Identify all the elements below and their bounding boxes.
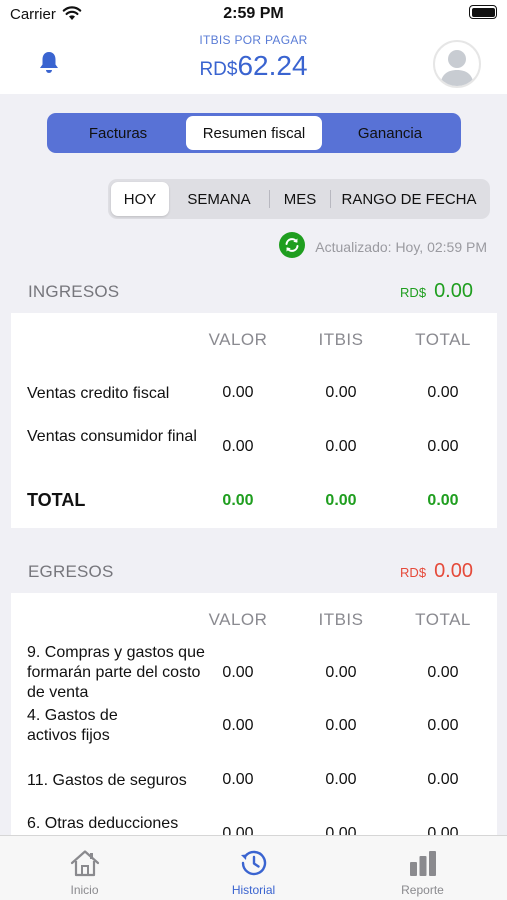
period-segmented-control: HOY SEMANA MES RANGO DE FECHA [108,179,490,219]
cell-valor: 0.00 [222,825,254,835]
cell-total: 0.00 [427,771,459,788]
cell-valor: 0.00 [222,771,254,788]
tab-facturas[interactable]: Facturas [50,116,186,150]
period-rango-de-fecha[interactable]: RANGO DE FECHA [331,182,487,216]
row-label: 6. Otras deducciones [27,815,179,832]
tab-label: Historial [231,883,276,897]
tab-bar: Inicio Historial Reporte [0,835,507,900]
period-mes[interactable]: MES [270,182,330,216]
header: ITBIS POR PAGAR RD$62.24 [0,28,507,94]
egresos-table: VALOR ITBIS TOTAL 9. Compras y gastos qu… [11,593,497,835]
refresh-icon[interactable] [279,231,306,263]
ingresos-total: RD$ 0.00 [400,280,473,303]
cell-itbis: 0.00 [325,438,357,455]
row-label: 9. Compras y gastos que formarán parte d… [27,644,205,701]
ingresos-currency: RD$ [400,285,427,300]
row-label: Ventas credito fiscal [27,385,170,402]
ingresos-table: VALOR ITBIS TOTAL Ventas credito fiscal … [11,313,497,528]
tax-amount: RD$62.24 [0,50,507,82]
row-label: 11. Gastos de seguros [27,772,187,789]
cell-itbis: 0.00 [325,717,357,734]
tax-currency: RD$ [199,59,238,80]
tab-resumen-fiscal[interactable]: Resumen fiscal [186,116,322,150]
cell-total: 0.00 [427,717,459,734]
period-hoy[interactable]: HOY [111,182,169,216]
egresos-total-value: 0.00 [434,560,473,582]
cell-valor: 0.00 [222,717,254,734]
cell-itbis: 0.00 [325,384,357,401]
ingresos-title: INGRESOS [28,282,120,301]
main-segmented-control: Facturas Resumen fiscal Ganancia [47,113,461,153]
col-header-total: TOTAL [415,610,471,629]
total-total: 0.00 [427,492,459,509]
tab-label: Inicio [70,883,99,897]
col-header-valor: VALOR [208,330,268,349]
period-semana[interactable]: SEMANA [169,182,269,216]
col-header-itbis: ITBIS [318,330,364,349]
updated-text: Actualizado: Hoy, 02:59 PM [315,239,487,255]
avatar[interactable] [433,40,481,88]
cell-total: 0.00 [427,664,459,681]
cell-itbis: 0.00 [325,664,357,681]
updated-row: Actualizado: Hoy, 02:59 PM [279,231,487,263]
tab-label: Reporte [401,883,444,897]
ingresos-total-value: 0.00 [434,280,473,302]
tab-inicio[interactable]: Inicio [0,836,169,900]
col-header-total: TOTAL [415,330,471,349]
col-header-itbis: ITBIS [318,610,364,629]
cell-valor: 0.00 [222,384,254,401]
cell-total: 0.00 [427,438,459,455]
cell-itbis: 0.00 [325,825,357,835]
battery-icon [469,5,497,19]
status-bar: Carrier 2:59 PM [0,0,507,28]
total-itbis: 0.00 [325,492,357,509]
egresos-currency: RD$ [400,565,427,580]
status-time: 2:59 PM [223,5,284,22]
tab-ganancia[interactable]: Ganancia [322,116,458,150]
egresos-total: RD$ 0.00 [400,560,473,583]
cell-valor: 0.00 [222,438,254,455]
tab-reporte[interactable]: Reporte [338,836,507,900]
cell-total: 0.00 [427,384,459,401]
home-icon [70,850,99,877]
tab-historial[interactable]: Historial [169,836,338,900]
user-icon [440,50,474,86]
cell-itbis: 0.00 [325,771,357,788]
bar-chart-icon [409,851,436,876]
col-header-valor: VALOR [208,610,268,629]
row-label: Ventas consumidor final [27,428,197,445]
row-label: 4. Gastos de activos fijos [27,707,118,744]
egresos-title: EGRESOS [28,562,114,581]
tax-label: ITBIS POR PAGAR [199,33,308,47]
tax-value: 62.24 [237,50,308,81]
cell-total: 0.00 [427,825,459,835]
cell-valor: 0.00 [222,664,254,681]
total-label: TOTAL [27,490,86,510]
history-icon [240,850,266,876]
total-valor: 0.00 [222,492,254,509]
